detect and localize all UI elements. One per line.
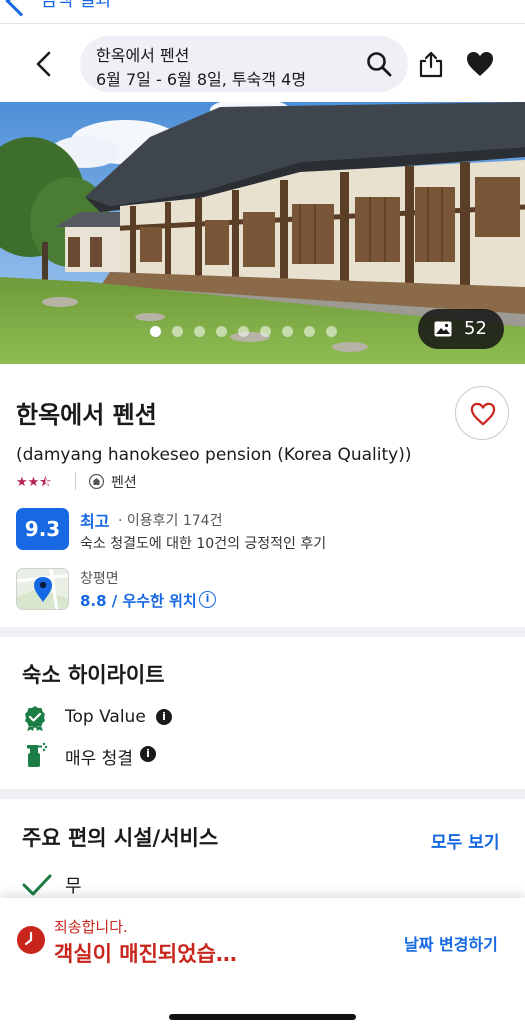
back-chevron-icon[interactable] <box>5 0 37 17</box>
sold-out-banner: 죄송합니다. 객실이 매진되었습… 날짜 변경하기 <box>0 898 525 1024</box>
gallery-dot[interactable] <box>326 326 337 337</box>
see-all-amenities-link[interactable]: 모두 보기 <box>431 828 499 853</box>
info-icon[interactable]: i <box>199 591 216 608</box>
info-icon[interactable]: i <box>156 709 172 725</box>
share-icon[interactable] <box>418 50 444 78</box>
heart-outline-icon <box>470 402 496 426</box>
change-dates-button[interactable]: 날짜 변경하기 <box>404 931 498 955</box>
review-cleanliness-note: 숙소 청결도에 대한 10건의 긍정적인 후기 <box>80 536 327 552</box>
highlight-item: 매우 청결 i <box>22 742 222 769</box>
info-icon[interactable]: i <box>140 746 156 762</box>
search-summary-pill[interactable]: 한옥에서 펜션 6월 7일 - 6월 8일, 투숙객 4명 <box>80 36 408 92</box>
search-icon[interactable] <box>366 51 392 77</box>
gallery-dot[interactable] <box>282 326 293 337</box>
home-indicator[interactable] <box>169 1014 356 1020</box>
highlight-label: 매우 청결 <box>65 749 133 769</box>
gallery-dot[interactable] <box>150 326 161 337</box>
divider <box>75 472 76 490</box>
previous-page-label[interactable]: 검색 결과 <box>40 0 112 12</box>
award-ribbon-icon <box>25 706 45 731</box>
guest-rating-badge: 9.3 <box>16 508 69 550</box>
photo-count-badge[interactable]: 52 <box>418 309 504 349</box>
search-dates-guests: 6월 7일 - 6월 8일, 투숙객 4명 <box>96 70 307 89</box>
gallery-dot[interactable] <box>172 326 183 337</box>
property-name: 한옥에서 펜션 <box>16 401 157 429</box>
section-divider <box>0 627 525 637</box>
save-property-button[interactable] <box>455 386 509 440</box>
review-count-link[interactable]: · 이용후기 174건 <box>118 510 222 530</box>
previous-nav-strip[interactable]: 검색 결과 <box>0 0 525 24</box>
home-icon <box>89 474 104 489</box>
alarm-clock-icon <box>17 926 45 954</box>
location-area: 창평면 <box>80 571 119 587</box>
search-destination: 한옥에서 펜션 <box>96 46 190 65</box>
highlights-title: 숙소 하이라이트 <box>22 663 165 687</box>
checkmark-icon <box>22 874 52 896</box>
gallery-dot[interactable] <box>194 326 205 337</box>
favorite-heart-icon[interactable] <box>466 51 494 77</box>
property-subtitle: (damyang hanokeseo pension (Korea Qualit… <box>16 445 412 465</box>
location-score-link[interactable]: 8.8 / 우수한 위치 <box>80 590 197 611</box>
photo-count: 52 <box>464 318 487 339</box>
gallery-dot[interactable] <box>238 326 249 337</box>
highlight-item: Top Value i <box>22 705 222 731</box>
gallery-dot[interactable] <box>216 326 227 337</box>
image-icon <box>434 321 452 337</box>
sold-out-message: 객실이 매진되었습… <box>54 942 237 966</box>
highlight-label: Top Value <box>65 707 146 727</box>
gallery-pagination-dots[interactable] <box>150 326 337 338</box>
gallery-dot[interactable] <box>304 326 315 337</box>
property-type: 펜션 <box>111 475 137 491</box>
photo-gallery[interactable]: 52 <box>0 102 525 364</box>
rating-word[interactable]: 최고 <box>80 508 109 532</box>
star-rating: ★★⯪ <box>16 475 52 490</box>
header: 한옥에서 펜션 6월 7일 - 6월 8일, 투숙객 4명 <box>0 25 525 102</box>
section-divider <box>0 789 525 799</box>
map-pin-icon <box>17 569 68 609</box>
sorry-label: 죄송합니다. <box>54 918 128 936</box>
map-thumbnail[interactable] <box>16 568 69 610</box>
amenities-title: 주요 편의 시설/서비스 <box>22 826 219 850</box>
gallery-dot[interactable] <box>260 326 271 337</box>
back-arrow-icon[interactable] <box>34 51 54 77</box>
cleaning-spray-icon <box>27 742 48 767</box>
